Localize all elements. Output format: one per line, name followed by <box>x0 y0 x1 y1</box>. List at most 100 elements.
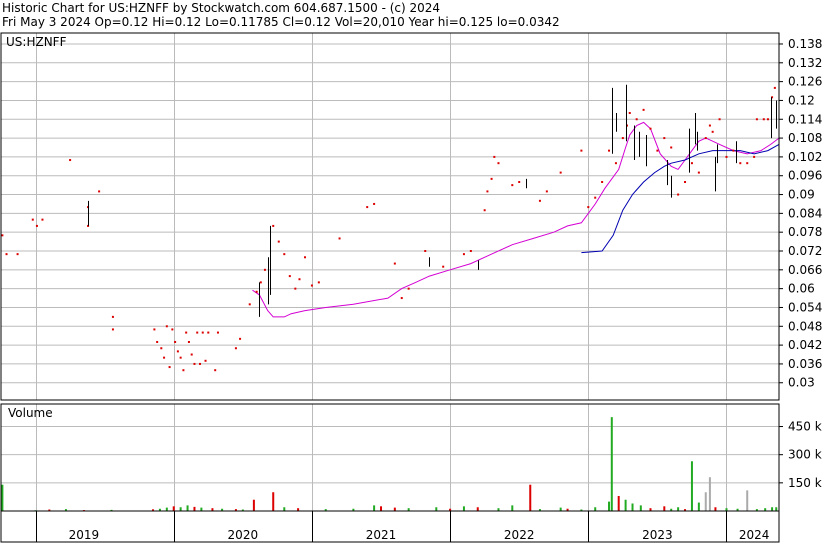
year-label: 2024 <box>739 528 770 542</box>
price-point <box>168 366 171 369</box>
volume-bar <box>172 506 175 511</box>
volume-bar <box>610 417 613 511</box>
price-tick-label: 0.036 <box>788 357 822 371</box>
price-point <box>288 275 291 278</box>
price-tick-label: 0.108 <box>788 131 822 145</box>
price-point <box>165 325 168 328</box>
price-point <box>193 362 196 365</box>
price-point <box>176 350 179 353</box>
price-point <box>69 159 72 162</box>
price-point <box>490 177 493 180</box>
volume-bar <box>272 492 275 511</box>
price-tick-label: 0.114 <box>788 112 822 126</box>
price-point <box>174 340 177 343</box>
price-tick-label: 0.132 <box>788 56 822 70</box>
price-tick-label: 0.126 <box>788 75 822 89</box>
price-point <box>234 347 237 350</box>
price-point <box>214 369 217 372</box>
volume-bar <box>393 507 396 511</box>
price-point <box>5 253 8 256</box>
price-point <box>1 234 4 237</box>
price-point <box>179 356 182 359</box>
price-point <box>156 340 159 343</box>
price-point <box>753 155 756 158</box>
price-point <box>469 250 472 253</box>
price-point <box>718 118 721 121</box>
volume-bar <box>704 492 707 511</box>
price-point <box>628 111 631 114</box>
price-point <box>511 184 514 187</box>
price-point <box>559 171 562 174</box>
year-label: 2023 <box>642 528 673 542</box>
price-point <box>160 347 163 350</box>
price-point <box>755 118 758 121</box>
year-label: 2020 <box>228 528 259 542</box>
volume-bar <box>186 505 189 511</box>
price-point <box>111 328 114 331</box>
price-point <box>462 253 465 256</box>
price-point <box>201 331 204 334</box>
volume-bar <box>714 507 717 511</box>
price-point <box>204 359 207 362</box>
price-tick-label: 0.066 <box>788 263 822 277</box>
price-point <box>608 149 611 152</box>
price-point <box>248 303 251 306</box>
volume-bar <box>690 461 693 511</box>
volume-bar <box>624 499 627 511</box>
price-tick-label: 0.102 <box>788 150 822 164</box>
price-tick-label: 0.138 <box>788 37 822 51</box>
volume-axis: 450 k 300 k 150 k <box>779 420 822 490</box>
price-tick-label: 0.042 <box>788 338 822 352</box>
price-point <box>294 287 297 290</box>
volume-bar <box>639 505 642 511</box>
volume-bar <box>165 507 168 511</box>
price-point <box>98 190 101 193</box>
volume-bar <box>663 506 666 511</box>
price-point <box>766 118 769 121</box>
price-point <box>538 199 541 202</box>
price-point <box>486 190 489 193</box>
price-point <box>690 162 693 165</box>
year-label: 2022 <box>504 528 535 542</box>
price-point <box>373 202 376 205</box>
price-point <box>272 224 275 227</box>
volume-tick-label: 150 k <box>788 476 822 490</box>
volume-bar <box>697 502 700 511</box>
price-point <box>35 224 38 227</box>
price-point <box>711 130 714 133</box>
price-point <box>601 180 604 183</box>
price-point <box>283 253 286 256</box>
moving-averages <box>252 121 780 318</box>
price-tick-label: 0.096 <box>788 169 822 183</box>
symbol-label: US:HZNFF <box>6 35 67 49</box>
price-point <box>697 171 700 174</box>
volume-grid <box>1 426 779 484</box>
price-point <box>656 149 659 152</box>
price-tick-label: 0.09 <box>788 188 815 202</box>
volume-bar <box>677 507 680 511</box>
price-point <box>483 209 486 212</box>
volume-bar <box>608 501 611 511</box>
price-point <box>255 290 258 293</box>
price-point <box>304 256 307 259</box>
volume-bar <box>373 505 376 511</box>
price-tick-label: 0.06 <box>788 282 815 296</box>
price-point <box>545 190 548 193</box>
price-point <box>725 155 728 158</box>
volume-bar <box>435 507 438 511</box>
price-point <box>773 86 776 89</box>
price-point <box>493 155 496 158</box>
price-point <box>614 162 617 165</box>
price-chart: US:HZNFF Volume 0.138 0.132 0.126 0.12 0.114… <box>0 32 822 543</box>
price-point <box>424 250 427 253</box>
price-point <box>111 315 114 318</box>
price-point <box>263 268 266 271</box>
price-point <box>704 137 707 140</box>
price-point <box>366 206 369 209</box>
price-point <box>746 162 749 165</box>
price-tick-label: 0.072 <box>788 244 822 258</box>
price-point <box>153 328 156 331</box>
price-point <box>31 218 34 221</box>
volume-bar <box>462 506 465 511</box>
volume-bar <box>775 507 778 511</box>
